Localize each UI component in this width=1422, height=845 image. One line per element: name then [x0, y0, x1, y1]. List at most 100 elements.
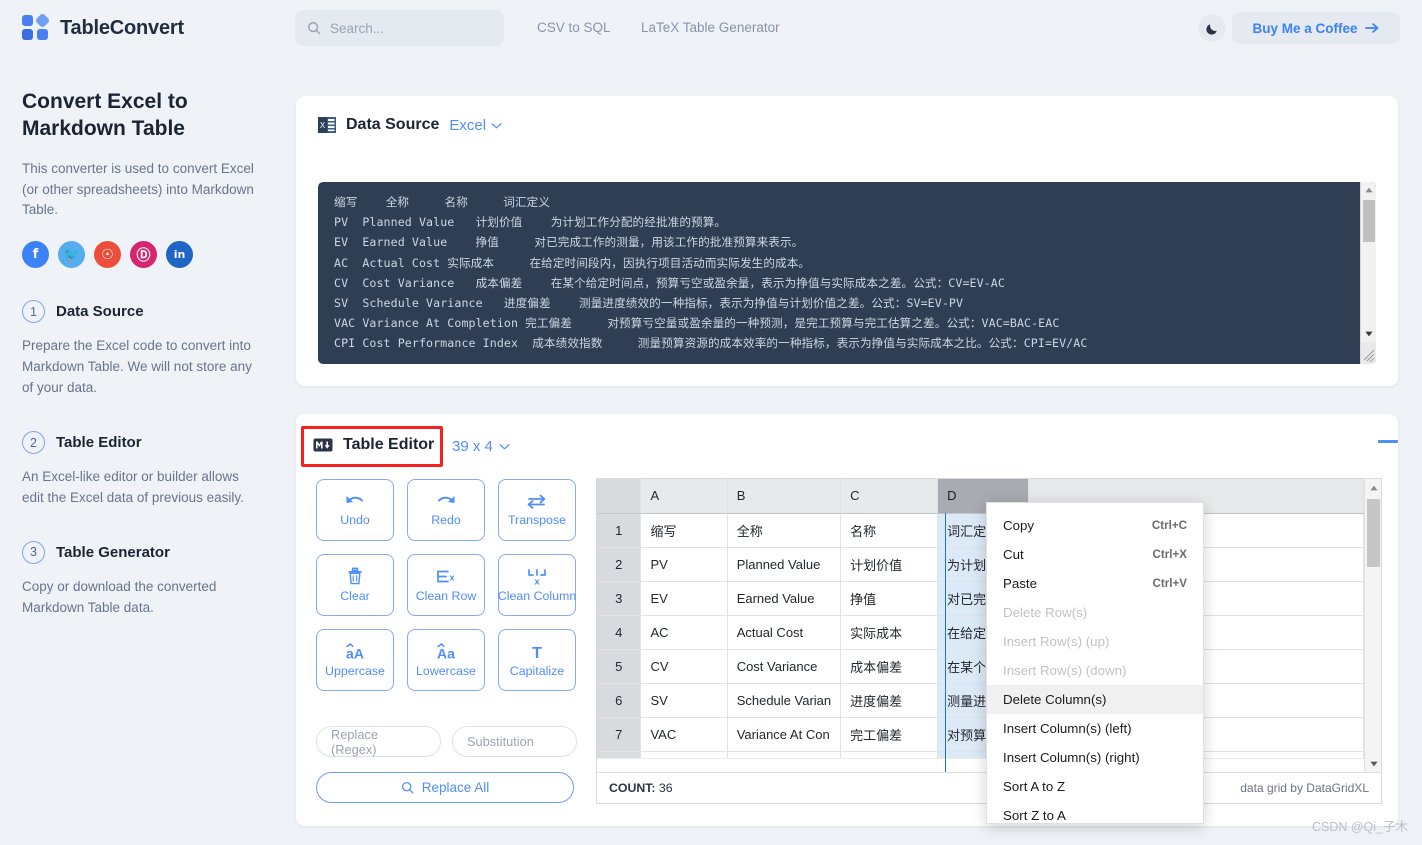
sidebar-step-data-source[interactable]: 1 Data Source: [22, 300, 254, 324]
cell-b[interactable]: Schedule Varian: [727, 683, 842, 718]
buy-me-a-coffee-button[interactable]: Buy Me a Coffee: [1232, 12, 1400, 44]
undo-button[interactable]: Undo: [316, 479, 394, 541]
scroll-up-arrow-icon[interactable]: [1365, 479, 1381, 496]
nav-csv-to-sql[interactable]: CSV to SQL: [537, 20, 611, 35]
select-all-corner[interactable]: [597, 479, 642, 514]
context-menu-item-copy[interactable]: Copy Ctrl+C: [987, 511, 1203, 540]
column-header-a[interactable]: A: [640, 479, 728, 514]
data-grid-horizontal-scrollbar[interactable]: [597, 758, 1364, 772]
transpose-button[interactable]: Transpose: [498, 479, 576, 541]
cell-c[interactable]: 进度偏差: [840, 683, 939, 718]
context-menu-item-sort-z-to-a[interactable]: Sort Z to A: [987, 801, 1203, 830]
reddit-icon[interactable]: ☉: [94, 241, 121, 269]
search-input[interactable]: Search...: [295, 10, 504, 46]
clean-row-icon: x: [437, 570, 455, 582]
cell-c[interactable]: 实际成本: [840, 615, 939, 650]
context-menu-label: Delete Column(s): [1003, 692, 1107, 707]
cell-a[interactable]: 缩写: [640, 513, 728, 548]
brand-logo[interactable]: TableConvert: [22, 12, 274, 42]
column-header-c[interactable]: C: [840, 479, 939, 514]
cell-a[interactable]: CV: [640, 649, 728, 684]
table-row[interactable]: 4 AC Actual Cost 实际成本 在给定: [597, 615, 1364, 650]
replace-all-button[interactable]: Replace All: [316, 772, 574, 803]
cell-a[interactable]: VAC: [640, 717, 728, 752]
context-menu-item-insert-columns-left[interactable]: Insert Column(s) (left): [987, 714, 1203, 743]
table-row[interactable]: 5 CV Cost Variance 成本偏差 在某个: [597, 649, 1364, 684]
table-row[interactable]: 3 EV Earned Value 挣值 对已完: [597, 581, 1364, 616]
cell-c[interactable]: 完工偏差: [840, 717, 939, 752]
redo-button[interactable]: Redo: [407, 479, 485, 541]
lowercase-label: Lowercase: [416, 663, 476, 678]
editor-scroll-thumb[interactable]: [1363, 200, 1375, 242]
clean-row-button[interactable]: x Clean Row: [407, 554, 485, 616]
cell-b[interactable]: Actual Cost: [727, 615, 842, 650]
row-number[interactable]: 3: [597, 581, 642, 616]
scroll-up-arrow-icon[interactable]: [1361, 182, 1376, 198]
row-number[interactable]: 4: [597, 615, 642, 650]
cell-b[interactable]: 全称: [727, 513, 842, 548]
data-grid-scroll-thumb[interactable]: [1367, 499, 1380, 567]
buy-me-a-coffee-label: Buy Me a Coffee: [1252, 20, 1358, 36]
context-menu-item-delete-columns[interactable]: Delete Column(s): [987, 685, 1203, 714]
replace-inputs-row: Replace (Regex) Substitution: [316, 726, 577, 757]
cell-c[interactable]: 成本偏差: [840, 649, 939, 684]
facebook-icon[interactable]: f: [22, 241, 49, 269]
cell-a[interactable]: PV: [640, 547, 728, 582]
uppercase-label: Uppercase: [325, 663, 385, 678]
row-number[interactable]: 2: [597, 547, 642, 582]
row-number[interactable]: 6: [597, 683, 642, 718]
column-header-b[interactable]: B: [727, 479, 842, 514]
cell-c[interactable]: 计划价值: [840, 547, 939, 582]
replace-regex-input[interactable]: Replace (Regex): [316, 726, 441, 757]
context-menu-label: Cut: [1003, 547, 1024, 562]
context-menu-item-insert-columns-right[interactable]: Insert Column(s) (right): [987, 743, 1203, 772]
cell-b[interactable]: Cost Variance: [727, 649, 842, 684]
editor-vertical-scrollbar[interactable]: [1360, 182, 1376, 364]
context-menu-item-cut[interactable]: Cut Ctrl+X: [987, 540, 1203, 569]
data-source-code-editor[interactable]: 缩写 全称 名称 词汇定义 PV Planned Value 计划价值 为计划工…: [318, 182, 1376, 364]
column-selection-left-border: [945, 513, 946, 772]
cell-b[interactable]: Variance At Con: [727, 717, 842, 752]
uppercase-button[interactable]: aA Uppercase: [316, 629, 394, 691]
cell-c[interactable]: 挣值: [840, 581, 939, 616]
capitalize-button[interactable]: T Capitalize: [498, 629, 576, 691]
row-number[interactable]: 5: [597, 649, 642, 684]
row-number[interactable]: 1: [597, 513, 642, 548]
cell-a[interactable]: SV: [640, 683, 728, 718]
table-row[interactable]: 6 SV Schedule Varian 进度偏差 测量进: [597, 683, 1364, 718]
clean-column-button[interactable]: x Clean Column: [498, 554, 576, 616]
context-menu-item-sort-a-to-z[interactable]: Sort A to Z: [987, 772, 1203, 801]
context-menu-item-paste[interactable]: Paste Ctrl+V: [987, 569, 1203, 598]
clear-button[interactable]: Clear: [316, 554, 394, 616]
table-row[interactable]: 2 PV Planned Value 计划价值 为计划: [597, 547, 1364, 582]
scroll-down-arrow-icon[interactable]: [1365, 755, 1381, 772]
linkedin-icon[interactable]: in: [166, 241, 193, 269]
lowercase-button[interactable]: Aa Lowercase: [407, 629, 485, 691]
data-source-format-select[interactable]: Excel: [449, 117, 502, 134]
table-row[interactable]: 1 缩写 全称 名称 词汇定: [597, 513, 1364, 548]
cell-b[interactable]: Planned Value: [727, 547, 842, 582]
cell-a[interactable]: EV: [640, 581, 728, 616]
scroll-down-arrow-icon[interactable]: [1361, 326, 1376, 342]
pinterest-icon[interactable]: Ⓓ: [130, 241, 157, 269]
table-editor-toolbar: Undo Redo Transpose Clear x Clean Row x …: [316, 479, 576, 691]
cell-c[interactable]: 名称: [840, 513, 939, 548]
cell-a[interactable]: AC: [640, 615, 728, 650]
row-number[interactable]: 7: [597, 717, 642, 752]
theme-toggle-button[interactable]: [1198, 14, 1226, 42]
substitution-placeholder: Substitution: [467, 734, 534, 749]
twitter-icon[interactable]: 🐦: [58, 241, 85, 269]
watermark: CSDN @Qi_子木: [1311, 820, 1408, 834]
minimize-icon[interactable]: [1378, 440, 1398, 443]
sidebar-step-table-generator[interactable]: 3 Table Generator: [22, 540, 254, 564]
transpose-label: Transpose: [507, 513, 567, 528]
table-editor-size-select[interactable]: 39 x 4: [452, 438, 510, 455]
sidebar-step-table-editor[interactable]: 2 Table Editor: [22, 431, 254, 455]
data-grid-vertical-scrollbar[interactable]: [1364, 479, 1381, 772]
resize-grip-icon[interactable]: [1361, 342, 1376, 364]
table-row[interactable]: 7 VAC Variance At Con 完工偏差 对预算: [597, 717, 1364, 752]
substitution-input[interactable]: Substitution: [452, 726, 577, 757]
cell-b[interactable]: Earned Value: [727, 581, 842, 616]
nav-latex-table-generator[interactable]: LaTeX Table Generator: [641, 20, 780, 35]
grid-context-menu[interactable]: Copy Ctrl+C Cut Ctrl+X Paste Ctrl+V Dele…: [986, 502, 1204, 824]
